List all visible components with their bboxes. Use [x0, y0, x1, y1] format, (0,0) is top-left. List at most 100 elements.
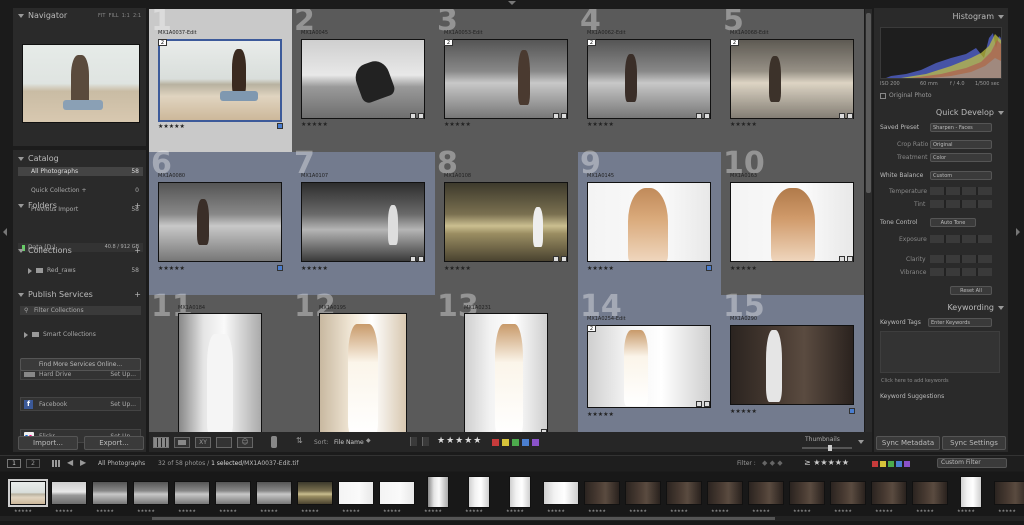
secondary-display-button[interactable]: 2	[26, 459, 40, 468]
grid-cell[interactable]: 15 MX1A0290 ★★★★★	[721, 291, 864, 432]
treatment-select[interactable]: Color	[930, 153, 992, 162]
right-panel-toggle[interactable]	[1016, 228, 1020, 236]
keyword-input-area[interactable]	[880, 331, 1000, 373]
photo-thumbnail[interactable]	[301, 182, 425, 262]
reset-all-button[interactable]: Reset All	[950, 286, 992, 295]
add-collection-icon[interactable]: +	[134, 245, 141, 257]
sync-settings-button[interactable]: Sync Settings	[942, 436, 1006, 450]
histogram-graph[interactable]	[880, 27, 1002, 79]
grid-cell[interactable]: 6 MX1A0080 ★★★★★	[149, 148, 292, 295]
filmstrip-thumbnail[interactable]	[625, 481, 661, 505]
grid-cell[interactable]: 7 MX1A0107 ★★★★★	[292, 148, 435, 295]
vibrance-stepper[interactable]	[930, 268, 992, 276]
color-label-red[interactable]	[492, 439, 499, 446]
compare-view-icon[interactable]: XY	[195, 437, 211, 448]
add-service-icon[interactable]: +	[134, 289, 141, 301]
photo-thumbnail[interactable]	[319, 313, 407, 432]
filmstrip-thumbnail[interactable]	[960, 476, 982, 508]
photo-thumbnail[interactable]	[464, 313, 548, 432]
sync-metadata-button[interactable]: Sync Metadata	[876, 436, 940, 450]
toolbar-menu-icon[interactable]	[858, 440, 864, 444]
survey-view-icon[interactable]	[216, 437, 232, 448]
color-label-purple[interactable]	[532, 439, 539, 446]
filmstrip-thumbnail[interactable]	[468, 476, 490, 508]
folders-header[interactable]: Folders +	[18, 200, 143, 212]
grid-cell[interactable]: 13 MX1A0231	[435, 291, 578, 432]
grid-cell[interactable]: 10 MX1A0163 ★★★★★	[721, 148, 864, 295]
spray-can-icon[interactable]	[271, 436, 277, 448]
crop-ratio-select[interactable]: Original	[930, 140, 992, 149]
photo-thumbnail[interactable]	[444, 39, 568, 119]
photo-thumbnail[interactable]	[587, 39, 711, 119]
filmstrip-thumbnail[interactable]	[871, 481, 907, 505]
grid-cell[interactable]: 14 MX1A0254-Edit 2 ★★★★★	[578, 291, 721, 432]
photo-thumbnail[interactable]	[587, 325, 711, 408]
top-panel-toggle[interactable]	[508, 1, 516, 5]
original-photo-checkbox[interactable]	[880, 93, 886, 99]
filter-color-labels[interactable]	[870, 460, 910, 468]
find-more-services-button[interactable]: Find More Services Online...	[20, 358, 141, 371]
stack-badge[interactable]: 2	[444, 39, 453, 46]
keyword-suggestions-label[interactable]: Keyword Suggestions	[880, 393, 944, 400]
stack-badge[interactable]: 2	[730, 39, 739, 46]
sort-select[interactable]: File Name	[334, 439, 364, 446]
left-panel-toggle[interactable]	[3, 228, 7, 236]
color-label-green[interactable]	[512, 439, 519, 446]
filmstrip-thumbnail[interactable]	[8, 479, 48, 507]
custom-filter-select[interactable]: Custom Filter	[937, 458, 1007, 468]
photo-thumbnail[interactable]	[301, 39, 425, 119]
nav-fit[interactable]: FIT	[98, 13, 105, 19]
back-arrow-icon[interactable]: ◀	[67, 458, 73, 467]
filmstrip-thumbnail[interactable]	[912, 481, 948, 505]
photo-thumbnail[interactable]	[587, 182, 711, 262]
loupe-view-icon[interactable]	[174, 437, 190, 448]
filter-collections-input[interactable]: ⚲ Filter Collections	[20, 306, 141, 315]
grid-cell[interactable]: 12 MX1A0195	[292, 291, 435, 432]
grid-cell[interactable]: 1 MX1A0037-Edit 2 ★★★★★	[149, 9, 292, 152]
filmstrip-thumbnail[interactable]	[51, 481, 87, 505]
exposure-stepper[interactable]	[930, 235, 992, 243]
rating-stars[interactable]: ★★★★★	[437, 436, 482, 446]
primary-display-button[interactable]: 1	[7, 459, 21, 468]
saved-preset-select[interactable]: Sharpen - Faces	[930, 123, 992, 132]
photo-thumbnail[interactable]	[730, 325, 854, 405]
catalog-header[interactable]: Catalog	[18, 153, 143, 165]
people-view-icon[interactable]: ☺	[237, 437, 253, 448]
sort-dropdown-icon[interactable]: ◆	[366, 437, 371, 444]
folder-red-raws[interactable]: Red_raws 58	[18, 266, 143, 275]
filmstrip-thumbnail[interactable]	[297, 481, 333, 505]
filmstrip-thumbnail[interactable]	[584, 481, 620, 505]
auto-tone-button[interactable]: Auto Tone	[930, 218, 976, 227]
keyword-tags-select[interactable]: Enter Keywords	[928, 318, 992, 327]
forward-arrow-icon[interactable]: ▶	[80, 458, 86, 467]
grid-cell[interactable]: 8 MX1A0108 ★★★★★	[435, 148, 578, 295]
photo-thumbnail[interactable]	[444, 182, 568, 262]
catalog-item-all[interactable]: All Photographs 58	[18, 167, 143, 176]
import-button[interactable]: Import...	[18, 436, 78, 450]
filmstrip-thumbnail[interactable]	[256, 481, 292, 505]
keywording-header[interactable]: Keywording	[878, 302, 1004, 314]
add-folder-icon[interactable]: +	[134, 200, 141, 212]
white-balance-select[interactable]: Custom	[930, 171, 992, 180]
photo-thumbnail[interactable]	[730, 39, 854, 119]
publish-facebook[interactable]: f Facebook Set Up...	[20, 397, 141, 411]
filmstrip-thumbnail[interactable]	[666, 481, 702, 505]
grid-view-icon[interactable]	[153, 437, 169, 448]
color-label-blue[interactable]	[522, 439, 529, 446]
smart-collections-item[interactable]: Smart Collections	[18, 330, 143, 339]
grid-cell[interactable]: 9 MX1A0145 ★★★★★	[578, 148, 721, 295]
nav-1to1[interactable]: 1:1	[122, 13, 130, 19]
filmstrip-thumbnail[interactable]	[707, 481, 743, 505]
filmstrip-thumbnail[interactable]	[215, 481, 251, 505]
clarity-stepper[interactable]	[930, 255, 992, 263]
photo-thumbnail[interactable]	[158, 39, 282, 122]
filmstrip-thumbnail[interactable]	[543, 481, 579, 505]
filmstrip-thumbnail[interactable]	[748, 481, 784, 505]
flag-reject-icon[interactable]	[422, 437, 429, 446]
stack-badge[interactable]: 2	[587, 39, 596, 46]
photo-thumbnail[interactable]	[178, 313, 262, 432]
grid-scrollbar[interactable]	[865, 9, 872, 432]
histogram-header[interactable]: Histogram	[878, 11, 1004, 23]
stack-badge[interactable]: 2	[587, 325, 596, 332]
filmstrip-thumbnail[interactable]	[994, 481, 1024, 505]
